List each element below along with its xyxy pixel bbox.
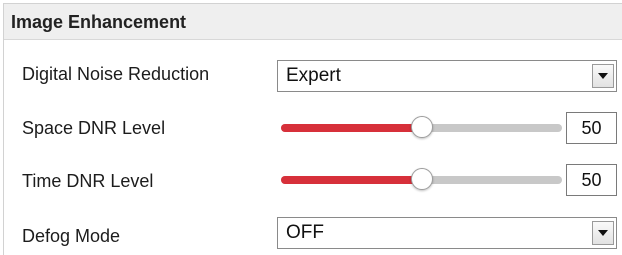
dnr-select[interactable]: Expert xyxy=(277,60,617,92)
dnr-label: Digital Noise Reduction xyxy=(22,64,210,84)
dnr-dropdown-button[interactable] xyxy=(592,64,614,88)
time-dnr-slider-thumb[interactable] xyxy=(410,168,433,190)
time-dnr-slider-fill xyxy=(281,176,422,184)
triangle-down-icon xyxy=(598,230,608,236)
time-dnr-value-input[interactable] xyxy=(566,164,617,196)
space-dnr-value-input[interactable] xyxy=(566,112,617,144)
defog-dropdown-button[interactable] xyxy=(592,221,614,245)
defog-mode-select[interactable]: OFF xyxy=(277,217,617,249)
panel-title: Image Enhancement xyxy=(11,12,187,32)
time-dnr-slider[interactable] xyxy=(281,168,562,192)
dnr-select-value: Expert xyxy=(286,65,341,86)
space-dnr-slider-thumb[interactable] xyxy=(410,116,433,138)
defog-mode-select-value: OFF xyxy=(286,222,324,243)
space-dnr-slider-fill xyxy=(281,124,422,132)
defog-mode-label: Defog Mode xyxy=(22,226,121,246)
space-dnr-slider[interactable] xyxy=(281,116,562,140)
space-dnr-label: Space DNR Level xyxy=(22,118,166,138)
time-dnr-label: Time DNR Level xyxy=(22,171,154,191)
panel-header: Image Enhancement xyxy=(4,4,622,40)
triangle-down-icon xyxy=(598,73,608,79)
